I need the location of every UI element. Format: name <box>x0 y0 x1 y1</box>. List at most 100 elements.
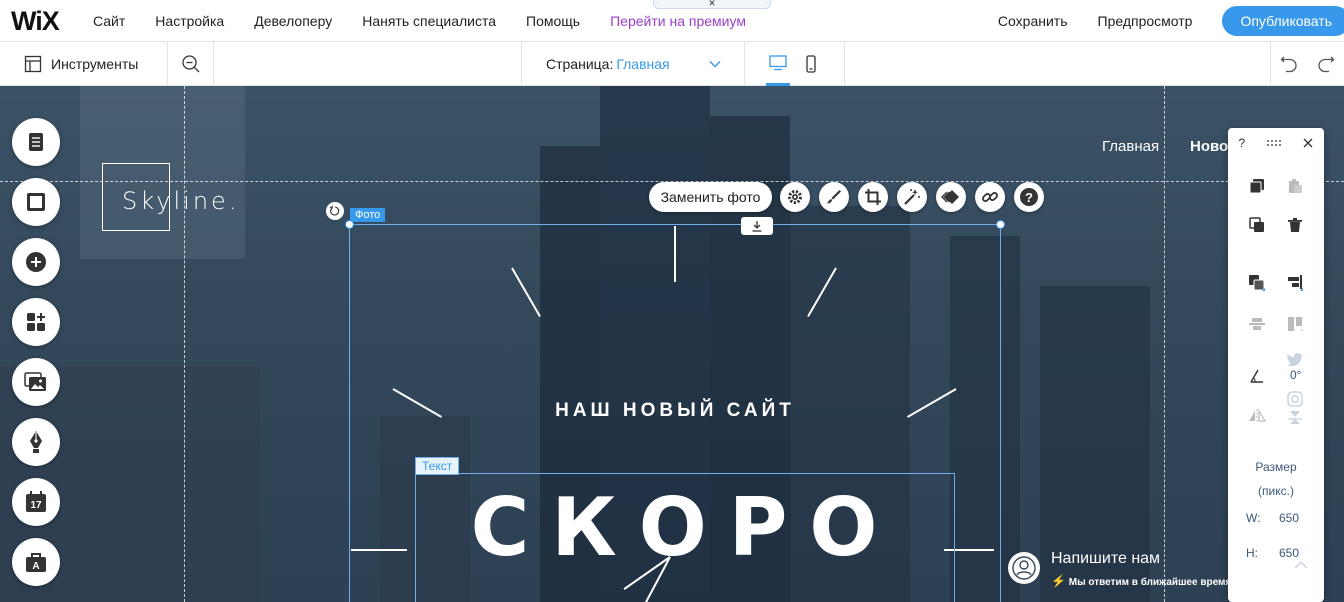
duplicate-icon <box>1249 217 1264 232</box>
menu-hire-expert[interactable]: Нанять специалиста <box>362 13 496 29</box>
arrange-button[interactable] <box>1248 274 1266 292</box>
duplicate-button[interactable] <box>1248 216 1266 234</box>
zoom-out-icon <box>181 55 199 73</box>
drag-handle-icon[interactable] <box>1266 139 1282 147</box>
svg-text:A: A <box>32 561 39 572</box>
background-button[interactable] <box>12 178 60 226</box>
menu-settings[interactable]: Настройка <box>155 13 224 29</box>
help-button[interactable]: ? <box>1014 182 1044 212</box>
replace-photo-button[interactable]: Заменить фото <box>649 182 772 212</box>
site-nav-home[interactable]: Главная <box>1102 138 1159 155</box>
flip-button[interactable] <box>1248 407 1266 425</box>
download-icon <box>752 221 762 232</box>
match-size-icon <box>1288 317 1303 331</box>
bookings-button[interactable]: 17 <box>12 478 60 526</box>
page-value: Главная <box>616 56 670 72</box>
rotate-angle-button[interactable] <box>1248 367 1266 385</box>
animation-button[interactable] <box>936 182 966 212</box>
tools-panel-icon <box>24 55 42 73</box>
link-icon <box>982 192 998 202</box>
mobile-view-button[interactable] <box>803 42 819 86</box>
match-size-button[interactable] <box>1286 315 1304 333</box>
link-button[interactable] <box>975 182 1005 212</box>
social-icons-ghost <box>1286 390 1304 408</box>
settings-button[interactable] <box>780 182 810 212</box>
design-button[interactable] <box>819 182 849 212</box>
rotate-handle[interactable] <box>326 202 344 220</box>
undo-icon[interactable] <box>1280 55 1298 73</box>
editor-canvas[interactable]: Skyline. Главная Новости НАШ НОВЫЙ САЙТ … <box>0 86 1344 602</box>
paste-icon <box>1289 179 1302 193</box>
blog-button[interactable] <box>12 418 60 466</box>
save-button[interactable]: Сохранить <box>998 13 1068 29</box>
publish-button[interactable]: Опубликовать <box>1222 6 1344 36</box>
collapse-button[interactable] <box>1292 556 1310 574</box>
apps-icon <box>27 313 45 331</box>
copy-button[interactable] <box>1248 177 1266 195</box>
desktop-view-button[interactable] <box>766 42 790 86</box>
layout-panel: ? 0° Размер (пикс.) W: 650 H: 650 <box>1228 128 1324 602</box>
crop-button[interactable] <box>858 182 888 212</box>
delete-button[interactable] <box>1286 216 1304 234</box>
size-label: Размер <box>1255 460 1297 474</box>
add-icon <box>26 252 46 272</box>
top-actions: Сохранить Предпросмотр Опубликовать <box>998 0 1344 42</box>
apps-button[interactable] <box>12 298 60 346</box>
rotate-icon <box>329 205 340 216</box>
resize-handle-top-right[interactable] <box>996 220 1005 229</box>
wix-logo: WiX <box>11 6 60 36</box>
animation-icon <box>941 190 959 204</box>
angle-value[interactable]: 0° <box>1290 368 1301 382</box>
blog-pen-icon <box>30 431 42 453</box>
media-icon <box>24 372 46 391</box>
tools-button[interactable]: Инструменты <box>0 42 168 86</box>
editor-toolbar: Инструменты Страница: Главная <box>0 42 1344 86</box>
download-button[interactable] <box>741 217 773 235</box>
menu-developer[interactable]: Девелоперу <box>254 13 332 29</box>
pages-button[interactable] <box>12 118 60 166</box>
photo-element-tag: Фото <box>350 208 386 222</box>
history-controls <box>1270 42 1344 86</box>
panel-help[interactable]: ? <box>1239 136 1246 150</box>
photo-selection-box[interactable] <box>349 224 1001 602</box>
menu-help[interactable]: Помощь <box>526 13 580 29</box>
preview-button[interactable]: Предпросмотр <box>1098 13 1193 29</box>
settings-gear-icon <box>788 190 802 204</box>
zoom-out-button[interactable] <box>168 42 214 86</box>
align-button[interactable] <box>1286 274 1304 292</box>
media-button[interactable] <box>12 358 60 406</box>
resize-handle-top-left[interactable] <box>345 220 354 229</box>
distribute-icon <box>1249 318 1265 330</box>
guide-line-left <box>184 86 185 602</box>
help-icon: ? <box>1020 188 1038 206</box>
chat-title: Напишите нам <box>1051 550 1161 567</box>
tools-label: Инструменты <box>51 56 139 72</box>
menu-site[interactable]: Сайт <box>93 13 125 29</box>
instagram-icon <box>1287 391 1303 407</box>
distribute-button[interactable] <box>1248 315 1266 333</box>
add-button[interactable] <box>12 238 60 286</box>
portfolio-button[interactable]: A <box>12 538 60 586</box>
flip-icon <box>1249 408 1266 423</box>
svg-text:17: 17 <box>30 500 42 511</box>
page-selector[interactable]: Страница: Главная <box>521 42 745 86</box>
paste-button[interactable] <box>1286 177 1304 195</box>
user-icon <box>1012 556 1036 580</box>
svg-text:?: ? <box>1025 190 1033 205</box>
menu-upgrade-premium[interactable]: Перейти на премиум <box>610 13 746 29</box>
close-icon[interactable] <box>1303 138 1313 148</box>
enhance-button[interactable] <box>897 182 927 212</box>
left-add-panel: 17 A <box>12 118 60 598</box>
notification-tab[interactable]: ✕ <box>653 0 771 9</box>
panel-header: ? <box>1228 128 1324 158</box>
align-bottom-icon <box>1288 411 1302 424</box>
site-logo[interactable]: Skyline. <box>122 187 239 215</box>
width-value[interactable]: 650 <box>1279 511 1299 525</box>
redo-icon[interactable] <box>1317 55 1335 73</box>
height-label: H: <box>1246 546 1258 560</box>
bookings-calendar-icon: 17 <box>26 491 46 512</box>
align-icon <box>1288 275 1303 291</box>
arrange-layers-icon <box>1249 275 1265 291</box>
desktop-icon <box>769 54 787 70</box>
close-icon: ✕ <box>708 0 716 8</box>
